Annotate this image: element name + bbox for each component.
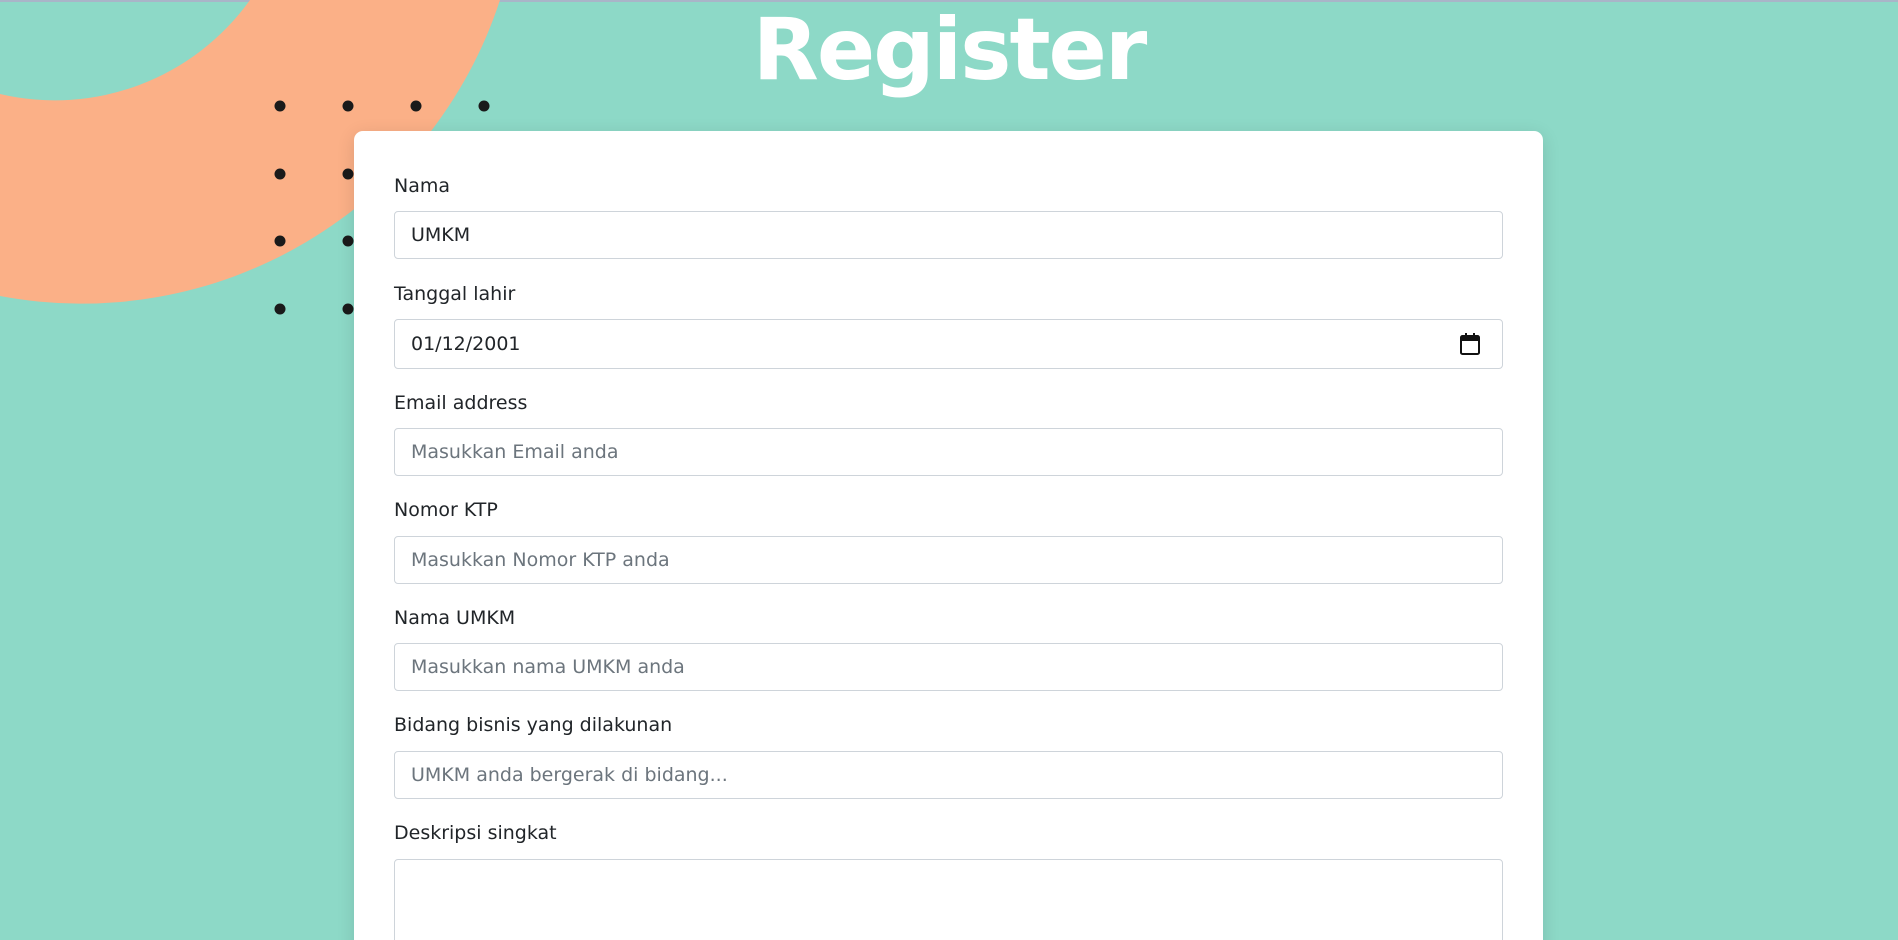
field-bidang-bisnis: Bidang bisnis yang dilakunan <box>394 713 1503 799</box>
field-ktp: Nomor KTP <box>394 498 1503 584</box>
deskripsi-textarea[interactable] <box>394 859 1503 940</box>
bidang-bisnis-label: Bidang bisnis yang dilakunan <box>394 714 673 736</box>
register-form-card: Nama Tanggal lahir 01/12/2001 Email addr… <box>354 131 1543 940</box>
nama-umkm-label: Nama UMKM <box>394 607 516 629</box>
tanggal-lahir-label: Tanggal lahir <box>394 283 516 305</box>
tanggal-lahir-input[interactable]: 01/12/2001 <box>394 319 1503 369</box>
calendar-icon[interactable] <box>1460 333 1480 355</box>
email-label: Email address <box>394 392 528 414</box>
ktp-input[interactable] <box>394 536 1503 584</box>
bidang-bisnis-input[interactable] <box>394 751 1503 799</box>
nama-input[interactable] <box>394 211 1503 259</box>
field-tanggal-lahir: Tanggal lahir 01/12/2001 <box>394 282 1503 369</box>
page-title: Register <box>752 0 1148 100</box>
nama-umkm-input[interactable] <box>394 643 1503 691</box>
tanggal-lahir-value: 01/12/2001 <box>411 333 521 355</box>
field-email: Email address <box>394 391 1503 476</box>
field-nama-umkm: Nama UMKM <box>394 606 1503 691</box>
deskripsi-label: Deskripsi singkat <box>394 822 557 844</box>
ktp-label: Nomor KTP <box>394 499 498 521</box>
field-nama: Nama <box>394 174 1503 259</box>
field-deskripsi: Deskripsi singkat <box>394 821 1503 940</box>
email-input[interactable] <box>394 428 1503 476</box>
nama-label: Nama <box>394 175 451 197</box>
